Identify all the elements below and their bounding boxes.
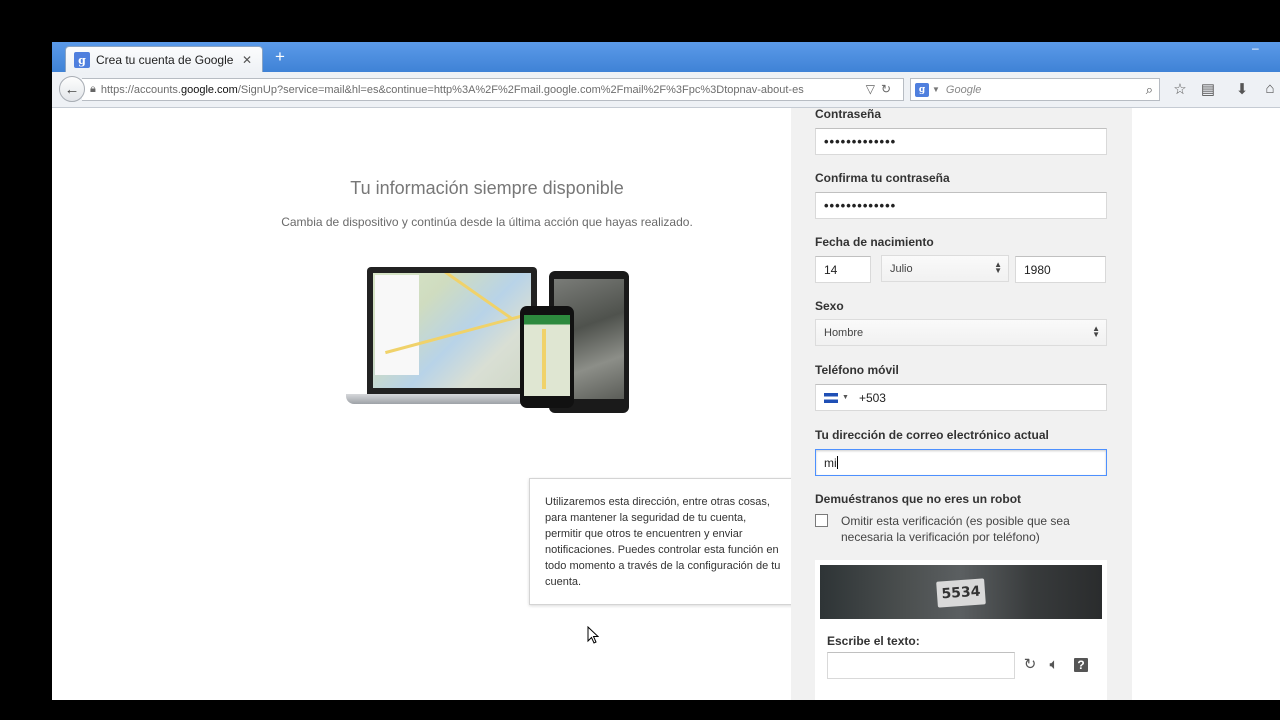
skip-verification-label: Omitir esta verificación (es posible que… <box>841 514 1070 544</box>
captcha-label: Escribe el texto: <box>827 634 920 648</box>
email-label: Tu dirección de correo electrónico actua… <box>815 428 1049 442</box>
phone-value: +503 <box>858 390 886 405</box>
tab-title: Crea tu cuenta de Google <box>96 53 234 67</box>
gender-value: Hombre <box>824 326 864 339</box>
current-email-field[interactable]: mi <box>815 449 1107 476</box>
home-icon[interactable]: ⌂ <box>1260 80 1280 97</box>
laptop-screen <box>367 267 537 394</box>
skip-verification-checkbox[interactable] <box>815 514 828 527</box>
gender-label: Sexo <box>815 299 844 313</box>
dropdown-arrow-icon[interactable]: ▽ <box>866 82 881 96</box>
tab-active[interactable]: g Crea tu cuenta de Google ✕ <box>65 46 263 73</box>
birth-month-select[interactable]: Julio ▲ ▼ <box>881 255 1009 282</box>
text-caret <box>836 456 838 469</box>
url-prefix: https://accounts. <box>100 83 181 96</box>
promo-title: Tu información siempre disponible <box>350 178 624 198</box>
url-actions: ▽↻ <box>866 82 897 96</box>
mouse-cursor-icon <box>587 626 599 644</box>
birth-month-value: Julio <box>890 262 913 275</box>
lock-icon: 🔒︎ <box>90 83 96 95</box>
captcha-plate: 5534 <box>936 578 986 608</box>
download-icon[interactable]: ⬇ <box>1232 80 1252 98</box>
address-bar[interactable]: 🔒︎ https://accounts. google.com/SignUp?se… <box>82 78 904 101</box>
birthdate-label: Fecha de nacimiento <box>815 235 934 249</box>
url-domain: google.com <box>180 83 238 96</box>
new-tab-button[interactable]: + <box>270 48 290 68</box>
screen: g Crea tu cuenta de Google ✕ + ‒ 🔒︎ http… <box>0 0 1280 720</box>
help-icon[interactable]: ? <box>1074 658 1088 672</box>
back-button[interactable]: ← <box>59 76 85 102</box>
birth-year-field[interactable]: 1980 <box>1015 256 1106 283</box>
signup-form-panel: Contraseña ••••••••••••• Confirma tu con… <box>791 107 1132 700</box>
page-content: Tu información siempre disponible Cambia… <box>52 107 1280 700</box>
phone-device <box>520 306 574 408</box>
devices-illustration <box>344 264 634 434</box>
password-field[interactable]: ••••••••••••• <box>815 128 1107 155</box>
password-label: Contraseña <box>815 107 882 121</box>
audio-icon[interactable]: 🔈︎ <box>1045 656 1063 674</box>
chevron-down-icon[interactable]: ▼ <box>842 394 849 401</box>
search-engine-icon[interactable]: g <box>915 82 929 97</box>
captcha-box: 5534 Escribe el texto: ↻ 🔈︎ ? <box>815 560 1107 700</box>
bookmark-star-icon[interactable]: ☆ <box>1170 80 1190 98</box>
reload-icon[interactable]: ↻ <box>881 82 897 96</box>
chevron-down-icon[interactable]: ▼ <box>932 85 940 94</box>
refresh-icon[interactable]: ↻ <box>1021 656 1039 674</box>
select-arrows-icon: ▲ ▼ <box>1092 324 1100 339</box>
back-arrow-icon: ← <box>64 80 80 98</box>
captcha-input[interactable] <box>827 652 1015 679</box>
robot-label: Demuéstranos que no eres un robot <box>815 492 1022 506</box>
browser-window: g Crea tu cuenta de Google ✕ + ‒ 🔒︎ http… <box>52 42 1280 700</box>
confirm-password-field[interactable]: ••••••••••••• <box>815 192 1107 219</box>
tab-strip: g Crea tu cuenta de Google ✕ + ‒ <box>52 42 1280 73</box>
email-value: mi <box>824 455 837 470</box>
url-path: /SignUp?service=mail&hl=es&continue=http… <box>237 83 804 96</box>
captcha-image: 5534 <box>820 565 1102 619</box>
close-tab-icon[interactable]: ✕ <box>240 53 254 67</box>
birth-day-field[interactable]: 14 <box>815 256 871 283</box>
email-info-tooltip: Utilizaremos esta dirección, entre otras… <box>529 478 801 605</box>
confirm-password-label: Confirma tu contraseña <box>815 171 950 185</box>
phone-field[interactable]: ▼ +503 <box>815 384 1107 411</box>
navigation-bar: 🔒︎ https://accounts. google.com/SignUp?se… <box>52 72 1280 108</box>
search-bar[interactable]: g ▼ Google ⌕ <box>910 78 1160 101</box>
phone-label: Teléfono móvil <box>815 363 899 377</box>
google-favicon-icon: g <box>74 52 90 68</box>
minimize-icon[interactable]: ‒ <box>1252 42 1266 54</box>
gender-select[interactable]: Hombre ▲ ▼ <box>815 319 1107 346</box>
promo-subtitle: Cambia de dispositivo y continúa desde l… <box>281 215 693 229</box>
country-flag-icon[interactable] <box>824 392 838 403</box>
search-icon[interactable]: ⌕ <box>1146 82 1153 98</box>
select-arrows-icon: ▲ ▼ <box>994 260 1002 275</box>
search-placeholder: Google <box>945 83 982 96</box>
bookmarks-list-icon[interactable]: ▤ <box>1198 80 1218 98</box>
